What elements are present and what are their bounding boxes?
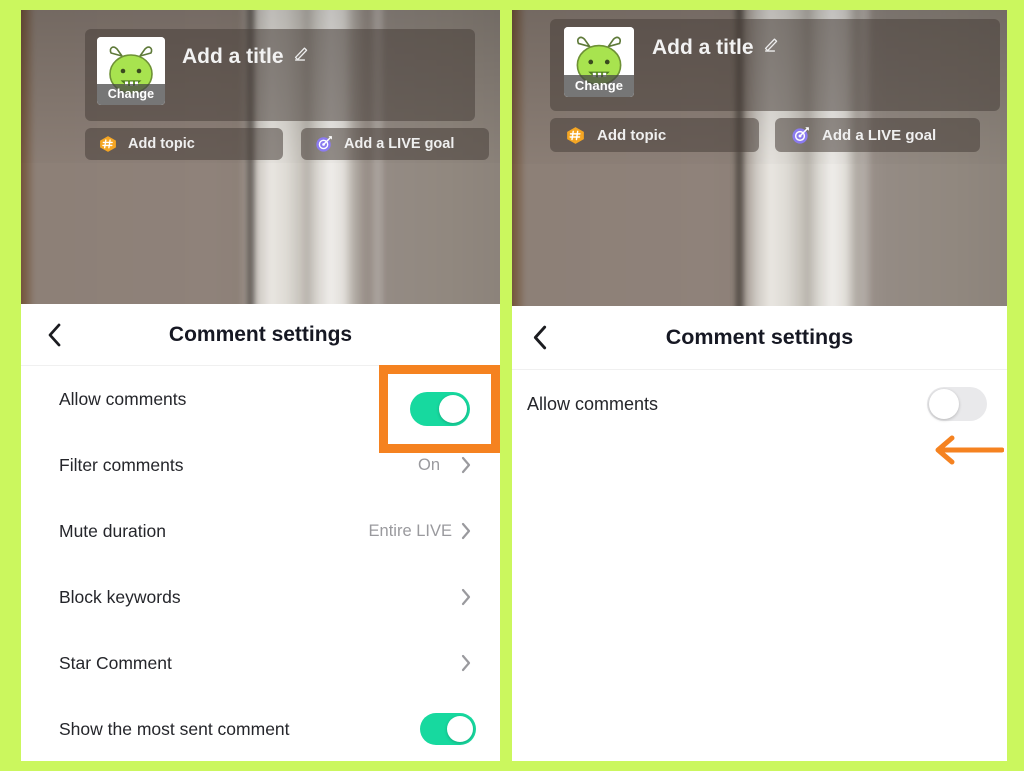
toggle-allow-comments-right[interactable] [927, 387, 987, 421]
avatar-change-label[interactable]: Change [97, 84, 165, 105]
chevron-right-icon[interactable] [460, 455, 472, 475]
row-right-show-most-sent-comment [420, 713, 476, 745]
live-title-card[interactable]: Change Add a title [85, 29, 475, 121]
row-show-most-sent-comment[interactable]: Show the most sent comment [21, 696, 500, 761]
row-label-mute-duration: Mute duration [59, 520, 167, 541]
toggle-show-most-sent-comment[interactable] [420, 713, 476, 745]
add-live-goal-chip[interactable]: Add a LIVE goal [775, 118, 980, 152]
target-goal-icon [315, 135, 333, 153]
row-star-comment[interactable]: Star Comment [21, 630, 500, 696]
live-title-placeholder[interactable]: Add a title [652, 36, 780, 60]
live-title-placeholder[interactable]: Add a title [182, 45, 310, 69]
row-label-allow-comments: Allow comments [527, 393, 659, 414]
pencil-icon[interactable] [293, 45, 310, 69]
chevron-right-icon[interactable] [460, 653, 472, 673]
toggle-knob [438, 395, 467, 423]
add-topic-chip[interactable]: Add topic [550, 118, 759, 152]
add-topic-label: Add topic [597, 126, 667, 144]
add-topic-chip[interactable]: Add topic [85, 128, 283, 160]
highlight-box-allow-comments-toggle [379, 365, 500, 453]
avatar[interactable]: Change [564, 27, 634, 97]
sheet-header-left: Comment settings [21, 304, 500, 366]
chevron-right-icon[interactable] [460, 521, 472, 541]
toggle-allow-comments-left[interactable] [409, 392, 470, 426]
row-label-filter-comments: Filter comments [59, 454, 184, 475]
row-mute-duration[interactable]: Mute duration Entire LIVE [21, 498, 500, 564]
sheet-title-left: Comment settings [168, 322, 353, 346]
row-right-allow-comments [927, 387, 987, 421]
add-live-goal-chip[interactable]: Add a LIVE goal [301, 128, 489, 160]
toggle-knob [447, 716, 473, 742]
settings-list-right: Allow comments [512, 370, 1007, 438]
hashtag-icon [99, 135, 117, 153]
comment-settings-sheet-right: Comment settings Allow comments [512, 306, 1007, 761]
row-right-block-keywords [460, 587, 472, 607]
add-live-goal-label: Add a LIVE goal [822, 126, 937, 144]
row-label-show-most-sent-comment: Show the most sent comment [59, 718, 290, 739]
live-title-card[interactable]: Change Add a title [550, 19, 1000, 111]
row-right-filter-comments: On [418, 455, 472, 475]
live-title-text: Add a title [182, 45, 284, 68]
annotation-arrow-left [924, 430, 1005, 470]
add-live-goal-label: Add a LIVE goal [344, 136, 455, 152]
pencil-icon[interactable] [763, 36, 780, 60]
row-value-filter-comments: On [417, 455, 440, 474]
chevron-right-icon[interactable] [460, 587, 472, 607]
row-right-mute-duration: Entire LIVE [369, 521, 472, 541]
avatar[interactable]: Change [97, 37, 165, 105]
hashtag-icon [566, 126, 585, 145]
back-button-right[interactable] [532, 324, 549, 351]
row-right-star-comment [460, 653, 472, 673]
screenshot-stage: Change Add a title Add topic Add a LIVE … [0, 0, 1024, 771]
row-label-allow-comments: Allow comments [59, 388, 187, 409]
toggle-knob [929, 389, 959, 419]
arrow-left-icon [935, 435, 1005, 465]
sheet-title-right: Comment settings [665, 325, 854, 349]
avatar-change-label[interactable]: Change [564, 75, 634, 97]
back-button-left[interactable] [47, 322, 63, 348]
live-title-text: Add a title [652, 36, 754, 59]
right-phone-screen: Change Add a title Add topic Add a LIVE … [512, 10, 1007, 761]
row-block-keywords[interactable]: Block keywords [21, 564, 500, 630]
live-options-row: Add topic Add a LIVE goal [85, 128, 489, 160]
add-topic-label: Add topic [128, 136, 195, 152]
row-value-mute-duration: Entire LIVE [368, 521, 452, 540]
row-allow-comments[interactable]: Allow comments [512, 370, 1007, 438]
sheet-header-right: Comment settings [512, 306, 1007, 370]
row-label-star-comment: Star Comment [59, 652, 172, 673]
target-goal-icon [791, 126, 810, 145]
live-options-row: Add topic Add a LIVE goal [550, 118, 980, 152]
row-label-block-keywords: Block keywords [59, 586, 181, 607]
left-phone-screen: Change Add a title Add topic Add a LIVE … [21, 10, 500, 761]
